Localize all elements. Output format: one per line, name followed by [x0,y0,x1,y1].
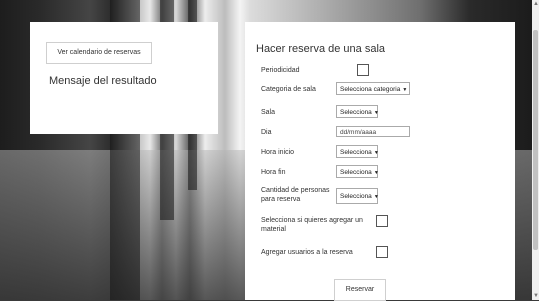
people-count-select-value: Selecciona [340,193,372,200]
room-select[interactable]: Selecciona ▼ [336,105,379,118]
day-label: Dia [261,129,272,136]
scrollbar-thumb[interactable] [533,30,538,250]
category-select[interactable]: Selecciona categoria ▼ [336,82,410,95]
result-message: Mensaje del resultado [49,75,157,87]
chevron-down-icon: ▼ [373,110,379,116]
users-label: Agregar usuarios a la reserva [261,249,353,256]
scroll-down-icon[interactable]: ▼ [533,292,539,300]
reserve-button[interactable]: Reservar [334,279,386,301]
day-date-input[interactable]: dd/mm/aaaa [336,126,410,137]
end-time-select-value: Selecciona [340,169,372,176]
end-time-select[interactable]: Selecciona ▼ [336,165,379,178]
result-panel: Ver calendario de reservas Mensaje del r… [30,22,218,134]
people-count-select[interactable]: Selecciona ▼ [336,188,379,204]
material-checkbox[interactable] [376,215,388,227]
chevron-down-icon: ▼ [373,170,379,176]
users-checkbox[interactable] [376,246,388,258]
periodicity-checkbox[interactable] [357,64,369,76]
periodicity-label: Periodicidad [261,67,300,74]
start-time-label: Hora inicio [261,149,295,156]
start-time-select-value: Selecciona [340,149,372,156]
scroll-up-icon[interactable]: ▲ [533,0,539,8]
form-title: Hacer reserva de una sala [256,43,386,55]
chevron-down-icon: ▼ [402,87,408,93]
scrollbar[interactable]: ▲ ▼ [532,0,539,300]
people-count-label: Cantidad de personas para reserva [261,187,330,203]
view-calendar-button[interactable]: Ver calendario de reservas [46,42,152,64]
chevron-down-icon: ▼ [373,150,379,156]
room-label: Sala [261,109,276,116]
chevron-down-icon: ▼ [373,194,379,200]
start-time-select[interactable]: Selecciona ▼ [336,145,379,158]
room-select-value: Selecciona [340,109,372,116]
material-label: Selecciona si quieres agregar un materia… [261,217,363,233]
category-select-value: Selecciona categoria [340,86,401,93]
reservation-form: Hacer reserva de una sala Periodicidad C… [245,22,515,301]
end-time-label: Hora fin [261,169,286,176]
category-label: Categoria de sala [261,86,316,93]
